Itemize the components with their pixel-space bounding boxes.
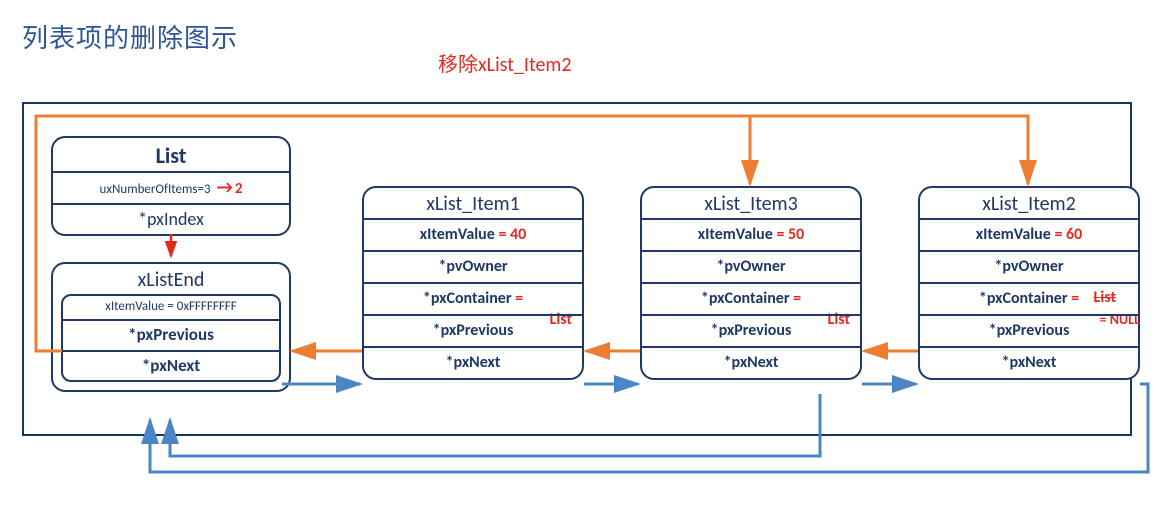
arrow-right-icon: → — [215, 176, 235, 198]
ux-number-label: uxNumberOfItems=3 — [100, 182, 211, 197]
item2-pvowner: *pvOwner — [920, 250, 1138, 282]
item-block-2: xList_Item2 xItemValue = 60 *pvOwner *px… — [918, 186, 1140, 380]
item1-header: xList_Item1 — [364, 188, 582, 218]
item1-pxprevious: *pxPrevious — [364, 314, 582, 346]
item3-pvowner: *pvOwner — [642, 250, 860, 282]
item-block-3: xList_Item3 xItemValue = 50 *pvOwner *px… — [640, 186, 862, 380]
item1-xitemvalue: xItemValue = 40 — [364, 218, 582, 250]
ux-number-new: 2 — [235, 180, 243, 198]
listend-pxprevious: *pxPrevious — [63, 319, 279, 349]
item1-pvowner: *pvOwner — [364, 250, 582, 282]
list-header: List — [53, 138, 289, 171]
pxindex-field: *pxIndex — [53, 203, 289, 235]
item1-pxcontainer: *pxContainer = List — [364, 282, 582, 314]
item2-pxprevious: *pxPrevious — [920, 314, 1138, 346]
item3-pxnext: *pxNext — [642, 346, 860, 378]
diagram-title: 列表项的删除图示 — [22, 18, 238, 55]
listend-header: xListEnd — [53, 264, 289, 294]
item1-pxnext: *pxNext — [364, 346, 582, 378]
listend-xitemvalue: xItemValue = 0xFFFFFFFF — [63, 296, 279, 319]
listend-pxnext: *pxNext — [63, 350, 279, 380]
diagram-subtitle: 移除xList_Item2 — [438, 48, 572, 77]
item-block-1: xList_Item1 xItemValue = 40 *pvOwner *px… — [362, 186, 584, 380]
list-block: List uxNumberOfItems=3 →2 *pxIndex xList… — [51, 136, 291, 392]
item3-pxprevious: *pxPrevious — [642, 314, 860, 346]
item2-header: xList_Item2 — [920, 188, 1138, 218]
item3-header: xList_Item3 — [642, 188, 860, 218]
item2-pxcontainer: *pxContainer = List = NULL — [920, 282, 1138, 314]
item3-pxcontainer: *pxContainer = List — [642, 282, 860, 314]
item3-xitemvalue: xItemValue = 50 — [642, 218, 860, 250]
item2-pxnext: *pxNext — [920, 346, 1138, 378]
item2-xitemvalue: xItemValue = 60 — [920, 218, 1138, 250]
